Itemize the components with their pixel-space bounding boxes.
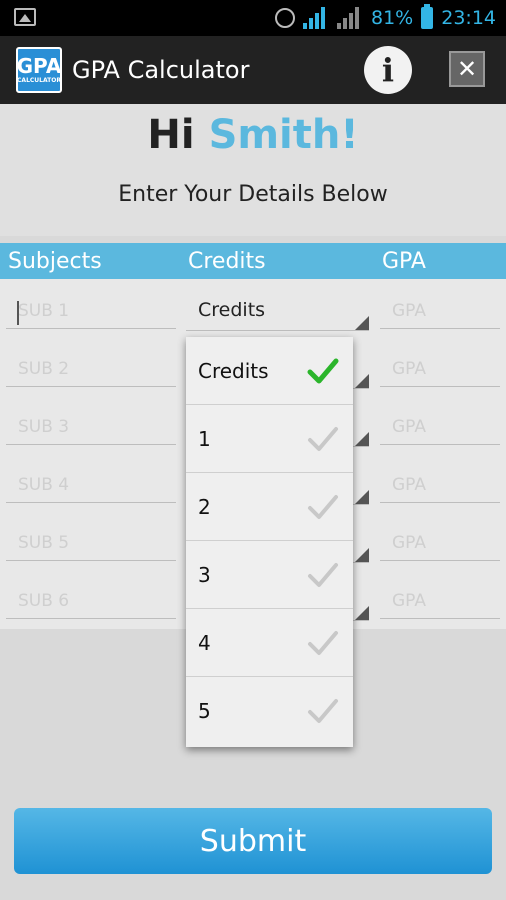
credits-spinner-value: Credits <box>198 299 266 321</box>
spinner-arrow-icon <box>355 548 369 562</box>
greeting-hi: Hi <box>147 112 195 158</box>
checkmark-icon <box>308 427 338 451</box>
subject-input[interactable]: SUB 3 <box>6 409 176 445</box>
checkmark-icon <box>308 699 338 723</box>
subject-input[interactable]: SUB 5 <box>6 525 176 561</box>
close-button[interactable]: ✕ <box>449 51 485 87</box>
greeting-section: Hi Smith! Enter Your Details Below <box>0 104 506 236</box>
checkmark-selected-icon <box>307 358 339 384</box>
dropdown-option-3[interactable]: 3 <box>186 541 353 609</box>
table-row: SUB 1 Credits GPA <box>0 279 506 337</box>
checkmark-icon <box>308 495 338 519</box>
user-name: Smith! <box>208 112 359 158</box>
spinner-arrow-icon <box>355 374 369 388</box>
subject-input[interactable]: SUB 4 <box>6 467 176 503</box>
dropdown-option-2[interactable]: 2 <box>186 473 353 541</box>
dropdown-option-1[interactable]: 1 <box>186 405 353 473</box>
header-credits: Credits <box>188 249 266 274</box>
status-icons: 81% 23:14 <box>275 0 496 36</box>
gpa-input[interactable]: GPA <box>380 409 500 445</box>
submit-button[interactable]: Submit <box>14 808 492 874</box>
spinner-arrow-icon <box>355 606 369 620</box>
spinner-arrow-icon <box>355 490 369 504</box>
greeting-heading: Hi Smith! <box>0 112 506 158</box>
signal-icon <box>303 7 329 29</box>
close-icon: ✕ <box>456 55 478 83</box>
signal-no-data-icon <box>337 7 363 29</box>
spinner-arrow-icon <box>355 432 369 446</box>
battery-percent: 81% <box>371 7 414 29</box>
action-bar: GPA CALCULATOR GPA Calculator i ✕ <box>0 36 506 104</box>
gpa-input[interactable]: GPA <box>380 293 500 329</box>
gpa-input[interactable]: GPA <box>380 351 500 387</box>
gpa-input[interactable]: GPA <box>380 467 500 503</box>
checkmark-icon <box>308 631 338 655</box>
header-subjects: Subjects <box>8 249 102 274</box>
clock: 23:14 <box>441 7 496 29</box>
subject-input[interactable]: SUB 1 <box>6 293 176 329</box>
gpa-input[interactable]: GPA <box>380 525 500 561</box>
dropdown-option-5[interactable]: 5 <box>186 677 353 745</box>
dropdown-option-4[interactable]: 4 <box>186 609 353 677</box>
instructions-text: Enter Your Details Below <box>118 182 388 207</box>
table-header: Subjects Credits GPA <box>0 243 506 279</box>
gallery-notification-icon <box>14 8 36 26</box>
credits-spinner[interactable]: Credits <box>186 293 369 331</box>
credits-dropdown: Credits 1 2 3 4 5 <box>186 337 353 747</box>
app-logo: GPA CALCULATOR <box>16 47 62 93</box>
info-icon: i <box>381 51 395 89</box>
subject-input[interactable]: SUB 6 <box>6 583 176 619</box>
header-gpa: GPA <box>382 249 426 274</box>
spinner-arrow-icon <box>355 316 369 330</box>
alarm-icon <box>275 8 295 28</box>
info-button[interactable]: i <box>364 46 412 94</box>
app-title: GPA Calculator <box>72 56 250 84</box>
status-bar: 81% 23:14 <box>0 0 506 36</box>
checkmark-icon <box>308 563 338 587</box>
gpa-input[interactable]: GPA <box>380 583 500 619</box>
subject-input[interactable]: SUB 2 <box>6 351 176 387</box>
dropdown-option-credits[interactable]: Credits <box>186 337 353 405</box>
battery-icon <box>421 4 434 29</box>
